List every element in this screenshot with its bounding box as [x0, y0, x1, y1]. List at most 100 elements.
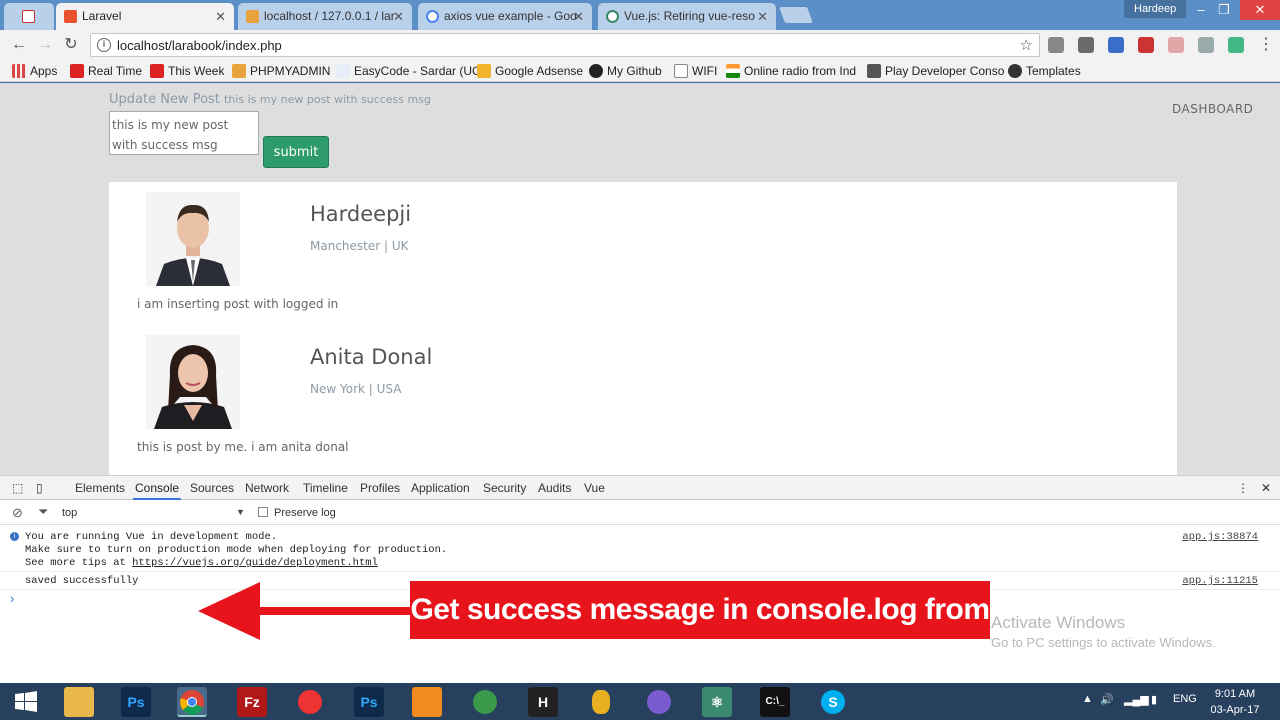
close-window-icon[interactable]: ✕	[1240, 0, 1280, 20]
photoshop-icon[interactable]: Ps	[121, 687, 151, 717]
bookmark-my-github[interactable]: My Github	[589, 63, 662, 79]
profile-button[interactable]: Hardeep	[1124, 0, 1187, 18]
context-selector[interactable]: top	[62, 507, 77, 519]
tab-google-search[interactable]: axios vue example - Goo ✕	[418, 3, 592, 30]
update-post-preview: this is my new post with success msg	[224, 93, 431, 106]
laravel-extension-icon[interactable]	[1168, 37, 1184, 53]
user-extension-icon[interactable]	[1108, 37, 1124, 53]
chevron-down-icon[interactable]: ▼	[236, 507, 245, 517]
preserve-log-checkbox[interactable]	[258, 507, 268, 517]
bookmark-phpmyadmin[interactable]: PHPMYADMIN	[232, 63, 330, 79]
xampp-icon[interactable]	[412, 687, 442, 717]
lc-icon	[336, 64, 350, 78]
filter-icon[interactable]: ⏷	[38, 504, 48, 520]
devtools-menu-icon[interactable]: ⋮	[1237, 481, 1249, 495]
tab-phpmyadmin[interactable]: localhost / 127.0.0.1 / lar ✕	[238, 3, 412, 30]
bookmark-wifi[interactable]: WIFI	[674, 63, 717, 79]
address-bar[interactable]: i localhost/larabook/index.php ☆	[90, 33, 1040, 57]
tab-security[interactable]: Security	[483, 481, 526, 495]
windows-start-icon[interactable]	[11, 687, 41, 717]
chrome-icon[interactable]	[177, 687, 207, 717]
restore-icon[interactable]: ❐	[1210, 0, 1238, 20]
tab-title: Vue.js: Retiring vue-reso	[624, 9, 755, 23]
command-prompt-icon[interactable]: C:\_	[760, 687, 790, 717]
menu-icon[interactable]: ⋮	[1256, 35, 1276, 55]
bookmark-google-adsense[interactable]: Google Adsense	[477, 63, 583, 79]
back-icon[interactable]: ←	[9, 35, 29, 55]
pineapple-icon[interactable]	[586, 687, 616, 717]
tab-laravel[interactable]: Laravel ✕	[56, 3, 234, 30]
new-post-textarea[interactable]: this is my new post with success msg	[109, 111, 259, 155]
avatar	[146, 335, 240, 429]
network-icon[interactable]: ▂▄▆	[1124, 693, 1149, 706]
screenshot-extension-icon[interactable]	[1198, 37, 1214, 53]
cat-app-icon[interactable]	[644, 687, 674, 717]
device-toolbar-icon[interactable]: ▯	[36, 481, 43, 495]
battery-icon[interactable]: ▮	[1151, 693, 1157, 706]
console-prompt[interactable]: ›	[10, 591, 14, 606]
close-tab-icon[interactable]: ✕	[757, 3, 768, 30]
devtools-tabs: ⬚ ▯ Elements Console Sources Network Tim…	[0, 476, 1280, 500]
activate-windows-title: Activate Windows	[991, 613, 1126, 632]
tab-audits[interactable]: Audits	[538, 481, 571, 495]
bookmark-easycode[interactable]: EasyCode - Sardar (UC	[336, 63, 481, 79]
media-player-icon[interactable]	[295, 687, 325, 717]
download-extension-icon[interactable]	[1138, 37, 1154, 53]
tab-elements[interactable]: Elements	[75, 481, 125, 495]
tab-sources[interactable]: Sources	[190, 481, 234, 495]
posts-card: Hardeepji Manchester | UK i am inserting…	[109, 182, 1177, 475]
bookmark-templates[interactable]: Templates	[1008, 63, 1081, 79]
close-devtools-icon[interactable]: ✕	[1261, 481, 1271, 495]
close-tab-icon[interactable]: ✕	[573, 3, 584, 30]
reload-icon[interactable]: ↻	[61, 35, 81, 55]
photoshop-icon[interactable]: Ps	[354, 687, 384, 717]
forward-icon[interactable]: →	[35, 35, 55, 55]
submit-button[interactable]: submit	[263, 136, 329, 168]
close-tab-icon[interactable]: ✕	[215, 3, 226, 30]
hbuilder-icon[interactable]: H	[528, 687, 558, 717]
file-explorer-icon[interactable]	[64, 687, 94, 717]
info-icon[interactable]: i	[97, 38, 111, 52]
post-body: i am inserting post with logged in	[137, 297, 339, 311]
bookmark-play-developer-console[interactable]: Play Developer Conso	[867, 63, 1004, 79]
new-tab-button[interactable]	[779, 7, 813, 23]
settings-extension-icon[interactable]	[1078, 37, 1094, 53]
globe-icon[interactable]	[470, 687, 500, 717]
console-message: You are running Vue in development mode.	[25, 531, 278, 543]
templates-icon	[1008, 64, 1022, 78]
bookmark-this-week[interactable]: This Week	[150, 63, 224, 79]
bookmark-online-radio[interactable]: Online radio from Ind	[726, 63, 856, 79]
deployment-link[interactable]: https://vuejs.org/guide/deployment.html	[132, 557, 378, 569]
tab-vue-blog[interactable]: Vue.js: Retiring vue-reso ✕	[598, 3, 776, 30]
dashboard-link[interactable]: DASHBOARD	[1172, 102, 1253, 116]
bookmark-real-time[interactable]: Real Time	[70, 63, 142, 79]
inspect-element-icon[interactable]: ⬚	[12, 481, 23, 495]
vue-devtools-icon[interactable]	[1228, 37, 1244, 53]
volume-icon[interactable]: 🔊	[1100, 693, 1114, 706]
annotation-banner: Get success message in console.log from …	[410, 581, 990, 684]
eyedropper-extension-icon[interactable]	[1048, 37, 1064, 53]
tab-application[interactable]: Application	[411, 481, 470, 495]
show-hidden-icons[interactable]: ▲	[1082, 693, 1093, 705]
bookmark-apps[interactable]: Apps	[12, 63, 57, 79]
bookmark-star-icon[interactable]: ☆	[1020, 36, 1033, 54]
tab-network[interactable]: Network	[245, 481, 289, 495]
atom-icon[interactable]: ⚛	[702, 687, 732, 717]
page-content: Update New Post this is my new post with…	[0, 83, 1280, 475]
tab-console[interactable]: Console	[132, 481, 182, 500]
skype-icon[interactable]: S	[818, 687, 848, 717]
language-indicator[interactable]: ENG	[1173, 693, 1197, 705]
close-tab-icon[interactable]: ✕	[393, 3, 404, 30]
clear-console-icon[interactable]: ⊘	[12, 505, 23, 521]
browser-toolbar: ← → ↻ i localhost/larabook/index.php ☆ ⋮	[0, 30, 1280, 60]
tab-profiles[interactable]: Profiles	[360, 481, 400, 495]
tab-title: Laravel	[82, 9, 122, 23]
filezilla-icon[interactable]: Fz	[237, 687, 267, 717]
system-clock[interactable]: 9:01 AM 03-Apr-17	[1205, 686, 1265, 718]
tab-vue[interactable]: Vue	[584, 481, 605, 495]
source-link[interactable]: app.js:11215	[1182, 575, 1258, 587]
source-link[interactable]: app.js:38874	[1182, 531, 1258, 543]
tab-gmail[interactable]	[4, 3, 54, 30]
tab-timeline[interactable]: Timeline	[303, 481, 348, 495]
post-body: this is post by me. i am anita donal	[137, 440, 349, 454]
